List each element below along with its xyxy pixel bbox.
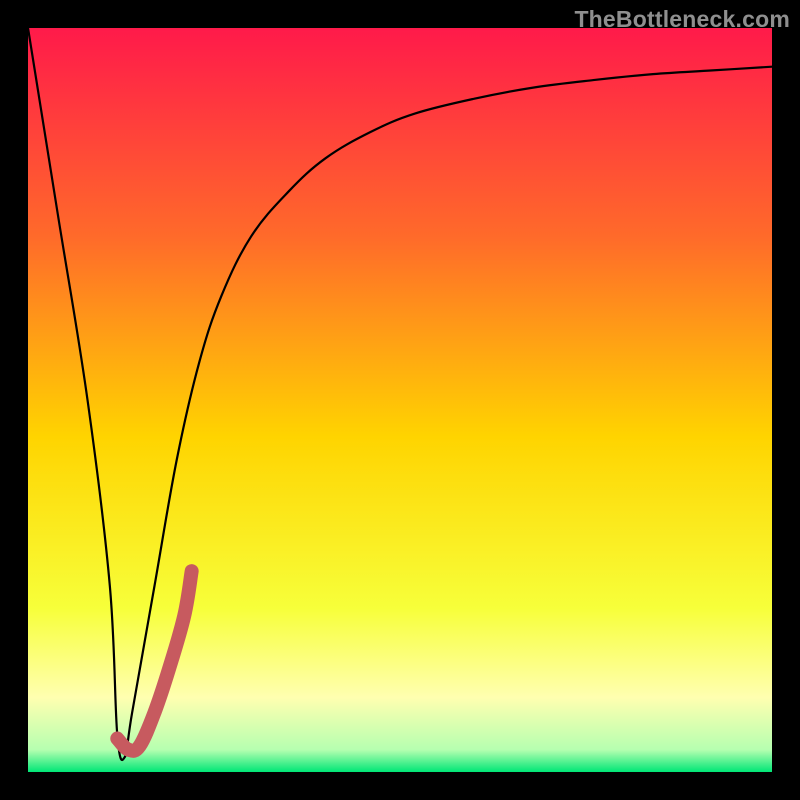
plot-area [28,28,772,772]
chart-frame: TheBottleneck.com [0,0,800,800]
chart-svg [28,28,772,772]
gradient-background [28,28,772,772]
